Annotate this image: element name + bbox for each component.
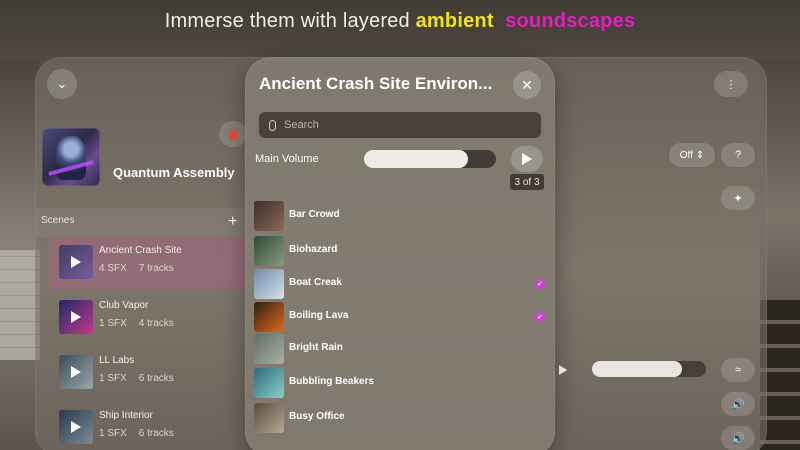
main-volume-fill [364, 150, 469, 168]
sfx-name: Boat Creak [289, 277, 342, 288]
close-icon: ✕ [521, 76, 533, 93]
play-button[interactable] [511, 146, 543, 172]
scene-meta: 1 SFX 6 tracks [99, 428, 174, 439]
speaker-button-1[interactable]: 🔊 [721, 392, 755, 416]
chevron-down-icon: ⌄ [56, 76, 68, 91]
collection-title: Quantum Assembly [113, 165, 235, 180]
delete-button[interactable] [219, 121, 247, 147]
background-tiles [0, 250, 40, 360]
sfx-name: Busy Office [289, 411, 345, 422]
scene-thumbnail[interactable] [59, 355, 93, 389]
sfx-thumbnail [254, 403, 284, 433]
scene-meta: 1 SFX 4 tracks [99, 318, 174, 329]
sfx-picker-modal: Ancient Crash Site Environ... ✕ Main Vol… [245, 57, 555, 450]
sfx-thumbnail [254, 334, 284, 364]
sidebar: ⌄ Quantum Assembly Scenes + Ancient Cras… [35, 57, 248, 450]
waves-icon: ≈ [734, 364, 742, 376]
loop-toggle[interactable]: Off ⇕ [669, 143, 715, 167]
sfx-item[interactable]: Biohazard [254, 234, 544, 267]
sfx-name: Biohazard [289, 244, 338, 255]
scene-name: Ancient Crash Site [99, 245, 182, 256]
promo-headline: Immerse them with layered ambient sounds… [0, 10, 800, 33]
sfx-item[interactable]: Boiling Lava ✓ [254, 300, 545, 333]
sfx-thumbnail [254, 236, 284, 266]
add-scene-button[interactable]: + [228, 213, 237, 231]
track-play-button[interactable] [553, 360, 573, 380]
play-icon [71, 366, 81, 378]
sfx-name: Bubbling Beakers [289, 376, 375, 387]
main-volume-label: Main Volume [255, 153, 319, 165]
collapse-button[interactable]: ⌄ [47, 69, 77, 99]
scene-thumbnail[interactable] [59, 410, 93, 444]
scene-track-count: 6 tracks [138, 373, 174, 384]
checkmark-icon: ✓ [535, 279, 545, 289]
sfx-item[interactable]: Bar Crowd [254, 199, 544, 232]
play-icon [522, 153, 532, 165]
headline-word-ambient: ambient [415, 10, 494, 32]
scene-item[interactable]: Ship Interior 1 SFX 6 tracks [49, 402, 248, 450]
sfx-name: Bright Rain [289, 342, 343, 353]
main-volume-slider[interactable] [364, 150, 496, 168]
scene-name: LL Labs [99, 355, 135, 366]
scene-track-count: 6 tracks [138, 428, 174, 439]
speaker-icon: 🔊 [731, 398, 745, 411]
shuffle-button[interactable]: ✦ [721, 186, 755, 210]
scene-item[interactable]: Ancient Crash Site 4 SFX 7 tracks [49, 237, 248, 289]
waves-button[interactable]: ≈ [721, 358, 755, 382]
scene-track-count: 7 tracks [138, 263, 174, 274]
scene-sfx-count: 4 SFX [99, 263, 127, 274]
sfx-item[interactable]: Busy Office [254, 401, 544, 434]
modal-title: Ancient Crash Site Environ... [259, 74, 493, 93]
scene-name: Club Vapor [99, 300, 149, 311]
off-label: Off [679, 149, 693, 161]
scene-sfx-count: 1 SFX [99, 373, 127, 384]
help-button[interactable]: ? [721, 143, 755, 167]
plus-icon: + [228, 213, 238, 230]
scene-thumbnail[interactable] [59, 300, 93, 334]
sfx-thumbnail [254, 302, 284, 332]
search-field[interactable] [259, 112, 541, 138]
scene-sfx-count: 1 SFX [99, 428, 127, 439]
sfx-thumbnail [254, 201, 284, 231]
scene-track-count: 4 tracks [138, 318, 174, 329]
scene-name: Ship Interior [99, 410, 153, 421]
sfx-thumbnail [254, 368, 284, 398]
play-icon [71, 311, 81, 323]
scene-meta: 1 SFX 6 tracks [99, 373, 174, 384]
play-icon [71, 421, 81, 433]
headline-word-soundscapes: soundscapes [505, 10, 636, 32]
close-button[interactable]: ✕ [513, 71, 541, 99]
album-art [42, 128, 100, 186]
sfx-thumbnail [254, 269, 284, 299]
trash-icon [228, 129, 238, 140]
sfx-name: Boiling Lava [289, 310, 349, 321]
headline-prefix: Immerse them with layered [164, 10, 410, 32]
sfx-item[interactable]: Bubbling Beakers [254, 366, 544, 399]
speaker-icon: 🔊 [731, 432, 745, 445]
dots-grid-icon: ⋮ [725, 78, 737, 91]
selected-count-badge: 3 of 3 [510, 174, 544, 190]
checkmark-icon: ✓ [535, 312, 545, 322]
search-input[interactable] [284, 119, 524, 131]
help-icon: ? [734, 149, 742, 161]
scene-item[interactable]: Club Vapor 1 SFX 4 tracks [49, 292, 248, 344]
scene-meta: 4 SFX 7 tracks [99, 263, 174, 274]
scene-item[interactable]: LL Labs 1 SFX 6 tracks [49, 347, 248, 399]
scenes-label: Scenes [41, 215, 75, 226]
microphone-icon [269, 119, 276, 131]
speaker-button-2[interactable]: 🔊 [721, 426, 755, 450]
sfx-item[interactable]: Bright Rain [254, 332, 544, 365]
sfx-item[interactable]: Boat Creak ✓ [254, 267, 545, 300]
play-icon [71, 256, 81, 268]
sparkle-icon: ✦ [733, 192, 743, 205]
track-volume-slider[interactable] [592, 361, 706, 377]
sfx-name: Bar Crowd [289, 209, 340, 220]
settings-button[interactable]: ⋮ [714, 71, 748, 97]
scene-thumbnail[interactable] [59, 245, 93, 279]
scene-sfx-count: 1 SFX [99, 318, 127, 329]
chevron-updown-icon: ⇕ [695, 149, 705, 161]
track-volume-fill [592, 361, 683, 377]
